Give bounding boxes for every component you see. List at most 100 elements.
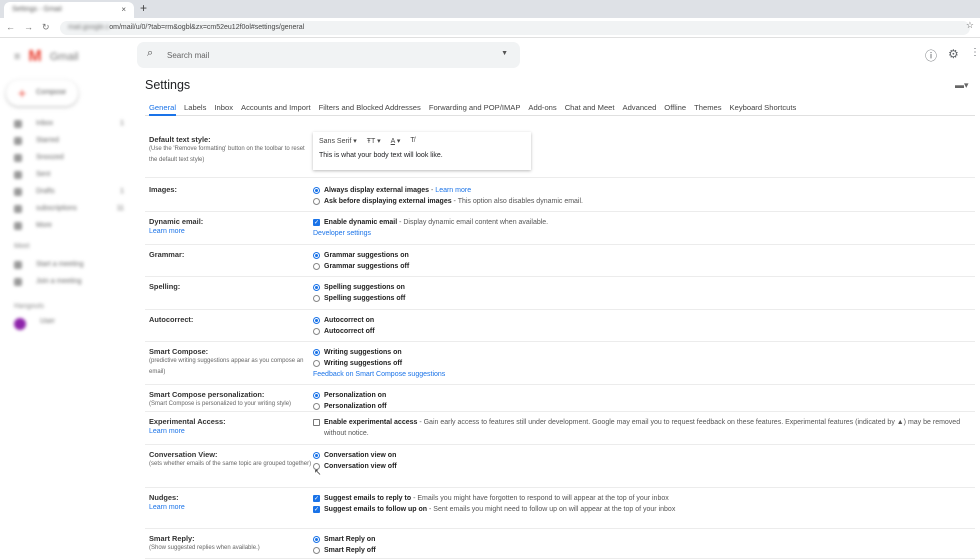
font-name: Sans Serif <box>319 138 352 145</box>
radio-button[interactable] <box>313 252 320 259</box>
radio-button[interactable] <box>313 295 320 302</box>
search-input[interactable]: Search mail <box>167 51 209 60</box>
option-link[interactable]: Developer settings <box>313 230 371 237</box>
option-radio[interactable]: Conversation view on <box>313 450 973 461</box>
tab-accounts-and-import[interactable]: Accounts and Import <box>241 103 311 112</box>
browser-tab[interactable]: Settings - Gmail × <box>4 2 134 18</box>
option-checkbox[interactable]: ✓ Enable dynamic email - Display dynamic … <box>313 217 973 228</box>
sidebar-item-starred[interactable]: Starred <box>14 137 124 145</box>
sidebar-item-subscriptions[interactable]: subscriptions 11 <box>14 205 124 213</box>
radio-button[interactable] <box>313 536 320 543</box>
option-label: Autocorrect on <box>324 317 375 324</box>
remove-formatting-icon[interactable]: T̸ <box>410 137 414 145</box>
radio-button[interactable] <box>313 403 320 410</box>
meet-item[interactable]: Join a meeting <box>14 278 124 286</box>
gear-icon[interactable]: ⚙ <box>948 47 959 61</box>
radio-button[interactable] <box>313 349 320 356</box>
text-style-preview: This is what your body text will look li… <box>319 152 443 159</box>
tab-offline[interactable]: Offline <box>664 103 686 112</box>
learn-more-link[interactable]: Learn more <box>149 428 185 435</box>
tab-themes[interactable]: Themes <box>694 103 721 112</box>
radio-button[interactable] <box>313 360 320 367</box>
sidebar-item-sent[interactable]: Sent <box>14 171 124 179</box>
help-icon[interactable]: ⓘ <box>925 47 937 64</box>
text-color-icon[interactable]: A ▾ <box>391 137 401 145</box>
meet-item[interactable]: Start a meeting <box>14 261 124 269</box>
checkbox[interactable]: ✓ <box>313 219 320 226</box>
input-tools-icon[interactable]: ▬▾ <box>955 80 969 91</box>
radio-button[interactable] <box>313 187 320 194</box>
setting-options: Spelling suggestions on Spelling suggesti… <box>313 282 973 304</box>
option-link[interactable]: Feedback on Smart Compose suggestions <box>313 371 445 378</box>
option-radio[interactable]: Spelling suggestions on <box>313 282 973 293</box>
tab-labels[interactable]: Labels <box>184 103 206 112</box>
reload-icon[interactable]: ↻ <box>42 22 50 33</box>
setting-row-default-text-style: Default text style: (Use the 'Remove form… <box>145 130 975 178</box>
search-icon[interactable]: ⌕ <box>147 47 153 60</box>
option-radio[interactable]: Spelling suggestions off <box>313 293 973 304</box>
radio-button[interactable] <box>313 284 320 291</box>
sidebar-item-inbox[interactable]: Inbox 1 <box>14 120 124 128</box>
folder-icon <box>14 188 22 196</box>
radio-button[interactable] <box>313 198 320 205</box>
option-radio[interactable]: Personalization on <box>313 390 973 401</box>
setting-label-group: Nudges: Learn more <box>149 493 314 513</box>
back-icon[interactable]: ← <box>6 22 15 32</box>
radio-button[interactable] <box>313 317 320 324</box>
radio-button[interactable] <box>313 263 320 270</box>
option-radio[interactable]: Smart Reply on <box>313 534 973 545</box>
option-radio[interactable]: Grammar suggestions off <box>313 261 973 272</box>
sidebar-item-snoozed[interactable]: Snoozed <box>14 154 124 162</box>
new-tab-button[interactable]: + <box>140 1 147 15</box>
tab-keyboard-shortcuts[interactable]: Keyboard Shortcuts <box>730 103 797 112</box>
tab-inbox[interactable]: Inbox <box>214 103 233 112</box>
sidebar-item-drafts[interactable]: Drafts 1 <box>14 188 124 196</box>
font-select[interactable]: Sans Serif ▾ <box>319 137 357 145</box>
folder-icon <box>14 137 22 145</box>
menu-icon[interactable]: ≡ <box>14 51 20 63</box>
setting-row-images: Images: Always display external images - … <box>145 180 975 212</box>
radio-button[interactable] <box>313 392 320 399</box>
compose-button[interactable]: Compose <box>6 80 78 106</box>
option-radio[interactable]: Always display external images - Learn m… <box>313 185 973 196</box>
radio-button[interactable] <box>313 328 320 335</box>
option-checkbox[interactable]: Enable experimental access - Gain early … <box>313 417 973 439</box>
tab-forwarding-and-pop-imap[interactable]: Forwarding and POP/IMAP <box>429 103 521 112</box>
tab-filters-and-blocked-addresses[interactable]: Filters and Blocked Addresses <box>319 103 421 112</box>
option-radio[interactable]: Personalization off <box>313 401 973 412</box>
option-checkbox[interactable]: ✓ Suggest emails to reply to - Emails you… <box>313 493 973 504</box>
option-radio[interactable]: Autocorrect on <box>313 315 973 326</box>
hangouts-user[interactable]: User <box>14 318 124 330</box>
option-radio[interactable]: Writing suggestions off <box>313 358 973 369</box>
checkbox[interactable]: ✓ <box>313 506 320 513</box>
url-input[interactable]: mail.google.com/mail/u/0/?tab=rm&ogbl&zx… <box>60 21 970 35</box>
sidebar-item-more[interactable]: More <box>14 222 124 230</box>
option-link[interactable]: Learn more <box>435 187 471 194</box>
checkbox[interactable] <box>313 419 320 426</box>
option-radio[interactable]: Conversation view off <box>313 461 973 472</box>
text-size-icon[interactable]: ŦT ▾ <box>367 137 381 145</box>
tab-add-ons[interactable]: Add-ons <box>528 103 556 112</box>
bookmark-star-icon[interactable]: ☆ <box>966 20 974 31</box>
tab-general[interactable]: General <box>149 103 177 116</box>
radio-button[interactable] <box>313 452 320 459</box>
option-radio[interactable]: Grammar suggestions on <box>313 250 973 261</box>
checkbox[interactable]: ✓ <box>313 495 320 502</box>
close-tab-icon[interactable]: × <box>121 5 126 14</box>
search-bar[interactable]: ⌕ Search mail ▼ <box>137 42 520 68</box>
tab-chat-and-meet[interactable]: Chat and Meet <box>565 103 615 112</box>
gmail-logo[interactable]: ≡ M Gmail <box>14 48 78 66</box>
option-radio[interactable]: Writing suggestions on <box>313 347 973 358</box>
setting-row-smart-compose-personalization: Smart Compose personalization: (Smart Com… <box>145 385 975 412</box>
setting-options: Always display external images - Learn m… <box>313 185 973 207</box>
search-options-icon[interactable]: ▼ <box>501 50 508 57</box>
option-radio[interactable]: Ask before displaying external images - … <box>313 196 973 207</box>
apps-grid-icon[interactable]: ⋮⋮ <box>970 47 980 58</box>
option-radio[interactable]: Autocorrect off <box>313 326 973 337</box>
learn-more-link[interactable]: Learn more <box>149 504 185 511</box>
forward-icon[interactable]: → <box>24 22 33 32</box>
option-checkbox[interactable]: ✓ Suggest emails to follow up on - Sent e… <box>313 504 973 515</box>
tab-advanced[interactable]: Advanced <box>623 103 657 112</box>
learn-more-link[interactable]: Learn more <box>149 228 185 235</box>
url-path: om/mail/u/0/?tab=rm&ogbl&zx=cm52eu12f0ol… <box>109 24 305 31</box>
